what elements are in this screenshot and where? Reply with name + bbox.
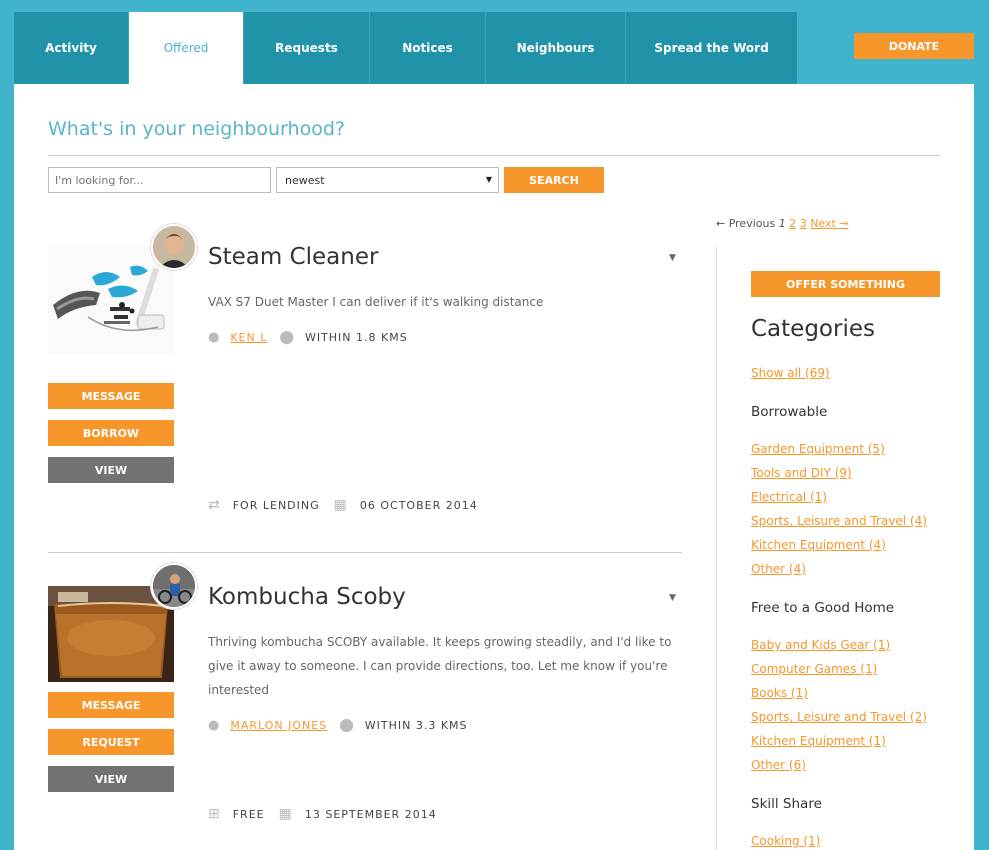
category-link[interactable]: Electrical (1) <box>751 490 827 504</box>
category-group-free: Free to a Good Home <box>751 600 895 616</box>
categories-title: Categories <box>751 316 875 342</box>
pager-current-page: 1 <box>778 217 786 230</box>
item-distance: WITHIN 3.3 KMS <box>364 719 468 732</box>
pager-page-2[interactable]: 2 <box>789 217 796 230</box>
pager-page-3[interactable]: 3 <box>800 217 807 230</box>
main-nav: Activity Offered Requests Notices Neighb… <box>14 12 797 84</box>
message-button[interactable]: MESSAGE <box>48 383 174 409</box>
category-link[interactable]: Sports, Leisure and Travel (2) <box>751 710 927 724</box>
user-icon: ● <box>208 330 221 345</box>
item-title[interactable]: Kombucha Scoby <box>208 584 406 610</box>
item-type: FREE <box>232 807 265 821</box>
tab-requests[interactable]: Requests <box>244 12 370 84</box>
category-link[interactable]: Sports, Leisure and Travel (4) <box>751 514 927 528</box>
donate-button[interactable]: DONATE <box>854 33 974 59</box>
borrow-button[interactable]: BORROW <box>48 420 174 446</box>
item-footer: ⇄ FOR LENDING ▦ 06 OCTOBER 2014 <box>208 497 478 513</box>
dropdown-arrow-icon: ▼ <box>485 175 492 184</box>
item-type: FOR LENDING <box>232 498 320 512</box>
item-title[interactable]: Steam Cleaner <box>208 244 378 270</box>
request-button[interactable]: REQUEST <box>48 729 174 755</box>
owner-link[interactable]: KEN L <box>230 331 267 344</box>
category-link[interactable]: Baby and Kids Gear (1) <box>751 638 890 652</box>
category-link[interactable]: Computer Games (1) <box>751 662 877 676</box>
view-button[interactable]: VIEW <box>48 457 174 483</box>
owner-link[interactable]: MARLON JONES <box>230 719 327 732</box>
item-image-steam-cleaner[interactable] <box>48 247 174 355</box>
view-button[interactable]: VIEW <box>48 766 174 792</box>
pager-next[interactable]: Next → <box>810 217 848 230</box>
item-distance: WITHIN 1.8 KMS <box>304 331 408 344</box>
category-group-borrowable: Borrowable <box>751 404 828 420</box>
item-meta: ● KEN L ⬤ WITHIN 1.8 KMS <box>208 330 408 345</box>
content-panel: What's in your neighbourhood? newest ▼ S… <box>14 84 974 850</box>
avatar[interactable] <box>151 224 197 270</box>
category-show-all[interactable]: Show all (69) <box>751 366 830 380</box>
sort-select[interactable]: newest ▼ <box>276 167 499 193</box>
pager-previous: ← Previous <box>716 217 776 230</box>
search-button[interactable]: SEARCH <box>504 167 604 193</box>
category-link[interactable]: Other (4) <box>751 562 806 576</box>
category-link[interactable]: Cooking (1) <box>751 834 820 848</box>
item-meta: ● MARLON JONES ⬤ WITHIN 3.3 KMS <box>208 718 468 733</box>
item-footer: ⊞ FREE ▦ 13 SEPTEMBER 2014 <box>208 806 437 822</box>
item-menu-caret-icon[interactable]: ▼ <box>669 593 676 603</box>
page-heading: What's in your neighbourhood? <box>48 118 345 140</box>
calendar-icon: ▦ <box>333 497 348 513</box>
item-date: 13 SEPTEMBER 2014 <box>304 807 437 821</box>
category-link[interactable]: Garden Equipment (5) <box>751 442 885 456</box>
search-input[interactable] <box>48 167 271 193</box>
pagination: ← Previous 1 2 3 Next → <box>716 217 849 230</box>
item-menu-caret-icon[interactable]: ▼ <box>669 253 676 263</box>
message-button[interactable]: MESSAGE <box>48 692 174 718</box>
heading-divider <box>48 155 940 156</box>
item-description: VAX S7 Duet Master I can deliver if it's… <box>208 295 544 309</box>
category-link[interactable]: Books (1) <box>751 686 808 700</box>
user-icon: ● <box>208 718 221 733</box>
category-link[interactable]: Kitchen Equipment (1) <box>751 734 886 748</box>
location-pin-icon: ⬤ <box>279 330 295 345</box>
tab-spread-the-word[interactable]: Spread the Word <box>626 12 797 84</box>
category-link[interactable]: Tools and DIY (9) <box>751 466 852 480</box>
tab-notices[interactable]: Notices <box>370 12 486 84</box>
tab-activity[interactable]: Activity <box>14 12 129 84</box>
category-group-skill-share: Skill Share <box>751 796 822 812</box>
category-link[interactable]: Kitchen Equipment (4) <box>751 538 886 552</box>
sort-select-value: newest <box>285 173 325 187</box>
offer-something-button[interactable]: OFFER SOMETHING <box>751 271 940 297</box>
item-description: Thriving kombucha SCOBY available. It ke… <box>208 635 672 697</box>
location-pin-icon: ⬤ <box>339 718 355 733</box>
gift-icon: ⊞ <box>208 806 221 822</box>
exchange-arrows-icon: ⇄ <box>208 497 221 513</box>
tab-offered[interactable]: Offered <box>129 12 244 84</box>
category-link[interactable]: Other (6) <box>751 758 806 772</box>
tab-neighbours[interactable]: Neighbours <box>486 12 626 84</box>
item-date: 06 OCTOBER 2014 <box>359 498 478 512</box>
calendar-icon: ▦ <box>278 806 293 822</box>
sidebar-divider <box>716 247 717 850</box>
avatar[interactable] <box>151 563 197 609</box>
item-divider <box>48 552 682 553</box>
